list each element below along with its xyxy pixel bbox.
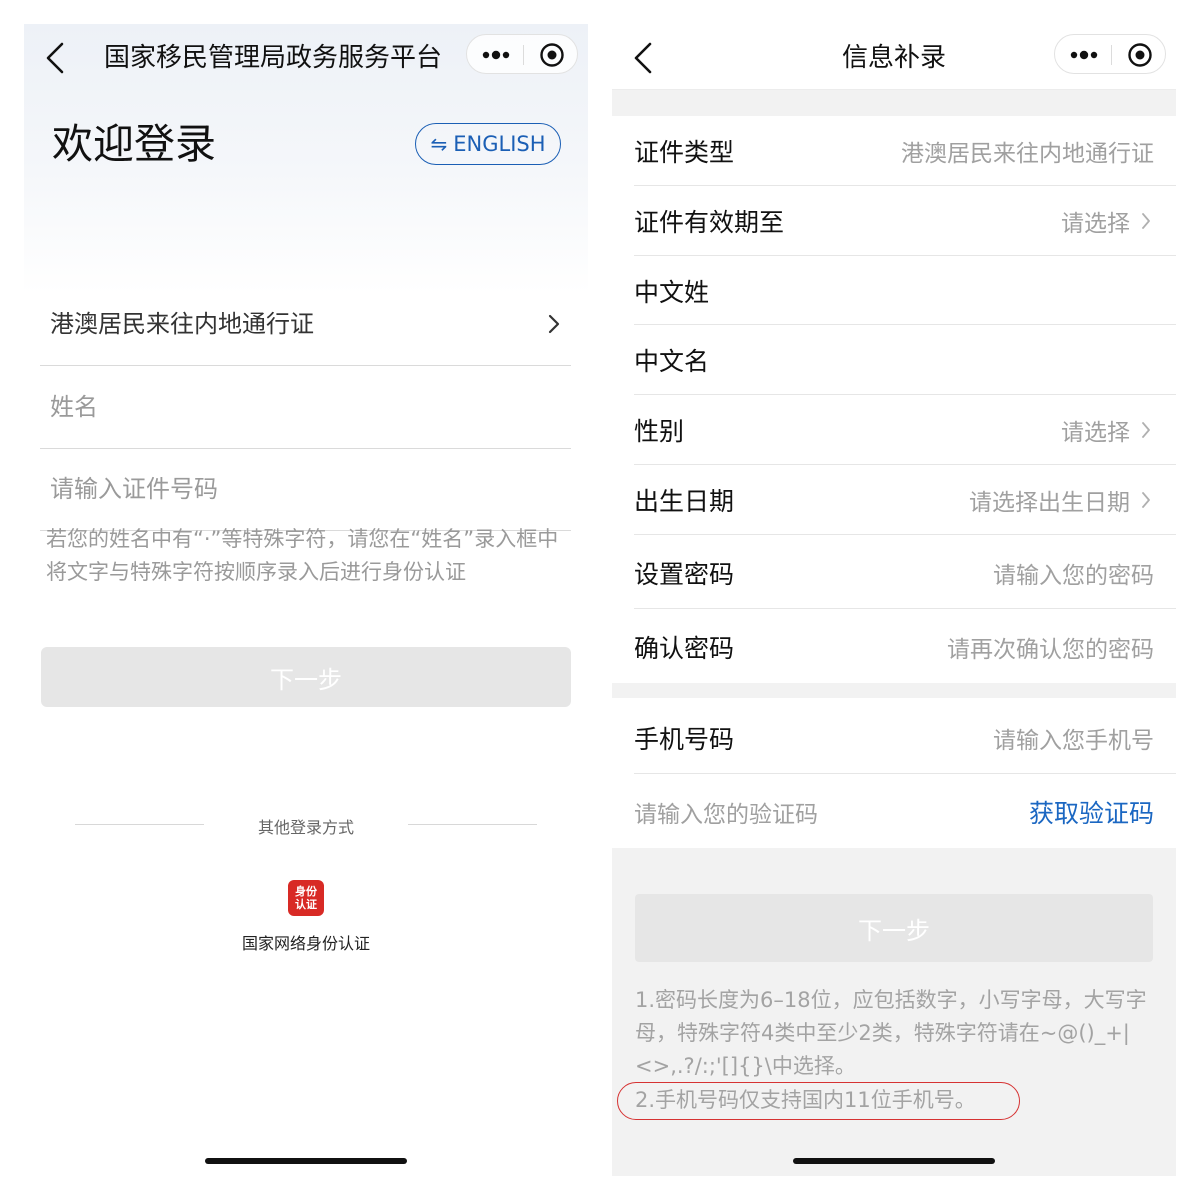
home-indicator xyxy=(205,1158,407,1164)
phone-label: 手机号码 xyxy=(634,725,735,754)
chevron-right-icon xyxy=(548,314,560,334)
swap-icon: ⇋ xyxy=(430,132,448,156)
id-number-placeholder: 请输入证件号码 xyxy=(50,475,218,503)
phone-placeholder: 请输入您手机号 xyxy=(993,728,1154,754)
form-row[interactable]: 证件有效期至 请选择 xyxy=(634,186,1176,256)
row-label: 出生日期 xyxy=(634,487,735,516)
row-label: 设置密码 xyxy=(634,560,735,589)
id-auth-logo-icon[interactable]: 身份 认证 xyxy=(288,880,324,916)
english-toggle-button[interactable]: ⇋ ENGLISH xyxy=(415,123,561,165)
english-label: ENGLISH xyxy=(453,132,546,156)
chevron-right-icon xyxy=(1142,213,1150,229)
info-form-group: 证件类型 港澳居民来往内地通行证 证件有效期至 请选择 中文姓 中文名 性别 请… xyxy=(612,116,1176,683)
row-label: 中文名 xyxy=(634,347,710,376)
welcome-title: 欢迎登录 xyxy=(52,120,216,168)
close-target-icon[interactable] xyxy=(539,42,565,68)
capsule-divider xyxy=(1111,45,1112,65)
other-login-label: 其他登录方式 xyxy=(257,818,354,837)
code-placeholder: 请输入您的验证码 xyxy=(634,802,818,828)
form-row[interactable]: 确认密码 请再次确认您的密码 xyxy=(634,609,1176,683)
mini-program-capsule xyxy=(1054,34,1166,74)
form-row[interactable]: 设置密码 请输入您的密码 xyxy=(634,535,1176,609)
special-character-hint: 若您的姓名中有“·”等特殊字符，请您在“姓名”录入框中将文字与特殊字符按顺序录入… xyxy=(46,527,559,584)
name-placeholder: 姓名 xyxy=(50,393,98,421)
row-value: 请选择 xyxy=(1061,420,1130,446)
row-label: 确认密码 xyxy=(634,634,735,663)
verification-code-row[interactable]: 请输入您的验证码 获取验证码 xyxy=(634,774,1176,848)
login-screen: 国家移民管理局政务服务平台 欢迎登录 ⇋ ENGLISH 港澳居民来往内地通行证… xyxy=(24,24,588,1176)
back-arrow-icon[interactable] xyxy=(40,40,72,76)
next-button[interactable]: 下一步 xyxy=(41,647,571,707)
password-rule-note: 1.密码长度为6–18位，应包括数字，小写字母，大写字母，特殊字符4类中至少2类… xyxy=(635,988,1147,1078)
nav-bar: 国家移民管理局政务服务平台 xyxy=(24,24,588,90)
nav-title: 国家移民管理局政务服务平台 xyxy=(104,43,443,73)
capsule-divider xyxy=(523,45,524,65)
close-target-icon[interactable] xyxy=(1127,42,1153,68)
more-dots-icon[interactable] xyxy=(481,43,511,67)
id-auth-label[interactable]: 国家网络身份认证 xyxy=(24,930,588,954)
info-supplement-screen: 信息补录 证件类型 港澳居民来往内地通行证 证件有效期至 请选择 中文姓 中文名… xyxy=(612,24,1176,1176)
row-value: 请选择出生日期 xyxy=(969,490,1130,516)
id-logo-line2: 认证 xyxy=(295,898,317,911)
name-input[interactable]: 姓名 xyxy=(40,367,571,449)
home-indicator xyxy=(793,1158,995,1164)
row-label: 证件有效期至 xyxy=(634,208,785,237)
id-logo-line1: 身份 xyxy=(295,885,317,898)
phone-row[interactable]: 手机号码 请输入您手机号 xyxy=(634,698,1176,774)
row-value: 请再次确认您的密码 xyxy=(947,637,1154,663)
chevron-right-icon xyxy=(1142,492,1150,508)
chevron-right-icon xyxy=(1142,422,1150,438)
row-value: 请输入您的密码 xyxy=(993,563,1154,589)
phone-rule-note: 2.手机号码仅支持国内11位手机号。 xyxy=(635,1088,976,1112)
next-button[interactable]: 下一步 xyxy=(635,894,1153,962)
form-row[interactable]: 性别 请选择 xyxy=(634,395,1176,465)
row-label: 中文姓 xyxy=(634,278,710,307)
form-row[interactable]: 中文名 xyxy=(634,325,1176,395)
row-label: 性别 xyxy=(634,417,685,446)
form-row[interactable]: 出生日期 请选择出生日期 xyxy=(634,465,1176,535)
get-code-link[interactable]: 获取验证码 xyxy=(1029,794,1154,830)
row-value: 港澳居民来往内地通行证 xyxy=(901,141,1154,167)
nav-bar: 信息补录 xyxy=(612,24,1176,90)
more-dots-icon[interactable] xyxy=(1069,43,1099,67)
mini-program-capsule xyxy=(466,34,578,74)
phone-form-group: 手机号码 请输入您手机号 请输入您的验证码 获取验证码 xyxy=(612,698,1176,848)
divider-right xyxy=(408,824,537,825)
row-value: 请选择 xyxy=(1061,211,1130,237)
id-number-input[interactable]: 请输入证件号码 xyxy=(40,449,571,531)
document-type-value: 港澳居民来往内地通行证 xyxy=(50,310,314,338)
document-type-select[interactable]: 港澳居民来往内地通行证 xyxy=(40,284,571,366)
form-row[interactable]: 证件类型 港澳居民来往内地通行证 xyxy=(634,116,1176,186)
form-row[interactable]: 中文姓 xyxy=(634,256,1176,325)
row-label: 证件类型 xyxy=(634,138,735,167)
